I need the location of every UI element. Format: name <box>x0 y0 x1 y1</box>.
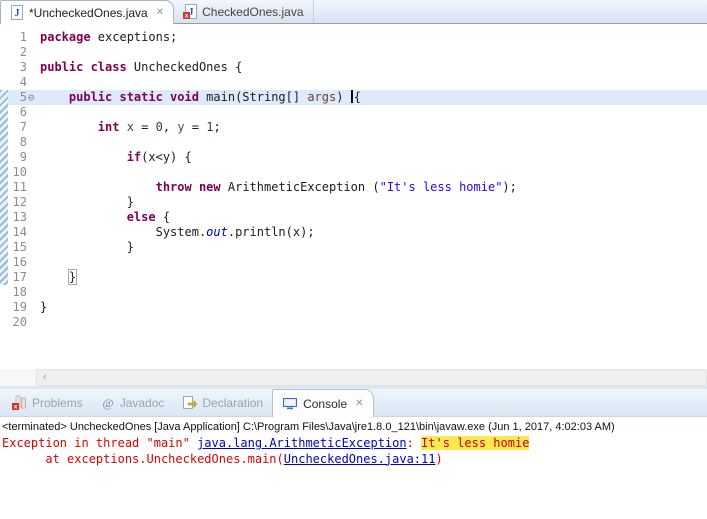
console-line: Exception in thread "main" java.lang.Ari… <box>2 436 530 450</box>
line-number: 7 <box>19 120 27 134</box>
code-line: throw new ArithmeticException ("It's les… <box>155 180 517 194</box>
console-tab-problems[interactable]: x Problems <box>3 389 92 416</box>
tab-label: Javadoc <box>119 395 165 410</box>
tab-label: Console <box>303 396 348 411</box>
tab-close-icon[interactable]: ✕ <box>355 398 363 409</box>
console-tab-declaration[interactable]: Declaration <box>173 389 272 416</box>
tab-label: Problems <box>32 395 83 410</box>
line-number: 4 <box>19 75 27 89</box>
tab-label: CheckedOnes.java <box>202 4 304 19</box>
svg-text:x: x <box>14 404 18 410</box>
line-number-gutter: 1 2 3 4 5 6 7 8 9 10 11 12 13 14 15 16 17 18 19 20 <box>0 30 27 330</box>
java-file-error-icon: Jx <box>183 4 198 19</box>
line-number: 16 <box>12 255 27 269</box>
code-line: public class UncheckedOnes { <box>40 60 243 74</box>
code-editor[interactable]: 1 2 3 4 5 6 7 8 9 10 11 12 13 14 15 16 17 18 19 20 ⊖ packag… <box>0 24 707 369</box>
problems-icon: x <box>12 395 27 410</box>
svg-text:J: J <box>15 8 20 19</box>
code-line: package exceptions; <box>40 30 178 44</box>
horizontal-scrollbar[interactable]: ‹ <box>36 369 707 386</box>
text-caret <box>350 90 353 103</box>
console-tab-javadoc[interactable]: @ Javadoc <box>92 389 174 416</box>
editor-tab--uncheckedones-java[interactable]: J *UncheckedOnes.java ✕ <box>0 0 175 24</box>
code-line: else { <box>126 210 171 224</box>
code-line: } <box>40 300 48 314</box>
console-icon <box>282 396 298 411</box>
line-number: 13 <box>12 210 27 224</box>
eclipse-window: J *UncheckedOnes.java ✕ Jx CheckedOnes.java … <box>0 0 707 519</box>
line-number: 15 <box>12 240 27 254</box>
tab-label: Declaration <box>202 395 264 410</box>
line-number: 12 <box>12 195 27 209</box>
code-line: public static void main(String[] args) { <box>68 90 361 104</box>
scroll-left-arrow-icon[interactable]: ‹ <box>43 371 47 383</box>
line-number: 14 <box>12 225 27 239</box>
fold-collapse-icon[interactable]: ⊖ <box>28 90 35 105</box>
console-view[interactable]: <terminated> UncheckedOnes [Java Applica… <box>0 417 707 519</box>
line-number: 8 <box>19 135 27 149</box>
svg-text:x: x <box>185 13 189 19</box>
declaration-icon <box>182 395 198 410</box>
line-number: 1 <box>19 30 27 44</box>
console-hyperlink[interactable]: java.lang.ArithmeticException <box>197 436 407 450</box>
console-output: Exception in thread "main" java.lang.Ari… <box>0 436 707 467</box>
gutter-corner <box>0 369 36 386</box>
line-number: 17 <box>12 270 27 284</box>
java-file-icon: J <box>10 5 24 20</box>
javadoc-icon: @ <box>101 396 115 410</box>
line-number: 2 <box>19 45 27 59</box>
line-number: 10 <box>12 165 27 179</box>
console-tab-console[interactable]: Console ✕ <box>272 389 374 417</box>
source-code[interactable]: package exceptions; public class Unchecke… <box>40 30 517 330</box>
line-number: 5 <box>19 90 27 104</box>
line-number: 6 <box>19 105 27 119</box>
console-tab-bar: x Problems @ Javadoc Declaration Console ✕ <box>0 389 707 417</box>
tab-label: *UncheckedOnes.java <box>29 5 148 20</box>
line-number: 18 <box>12 285 27 299</box>
code-line: int x = 0, y = 1; <box>97 120 221 134</box>
code-line: } <box>40 195 134 209</box>
code-line: } <box>40 240 134 254</box>
code-line: } <box>67 269 78 285</box>
console-line: at exceptions.UncheckedOnes.main(Uncheck… <box>2 451 443 466</box>
code-line: System.out.println(x); <box>40 225 315 239</box>
code-line: if(x<y) { <box>126 150 192 164</box>
line-number: 9 <box>19 150 27 164</box>
line-number: 3 <box>19 60 27 74</box>
line-number: 11 <box>12 180 27 194</box>
editor-tab-bar: J *UncheckedOnes.java ✕ Jx CheckedOnes.java <box>0 0 707 24</box>
console-hyperlink[interactable]: UncheckedOnes.java:11 <box>284 452 436 466</box>
svg-text:@: @ <box>102 396 113 410</box>
line-number: 19 <box>12 300 27 314</box>
console-process-label: <terminated> UncheckedOnes [Java Applica… <box>2 421 615 433</box>
tab-close-icon[interactable]: ✕ <box>156 7 164 18</box>
line-number: 20 <box>12 315 27 329</box>
editor-tab-checkedones-java[interactable]: Jx CheckedOnes.java <box>174 0 314 23</box>
